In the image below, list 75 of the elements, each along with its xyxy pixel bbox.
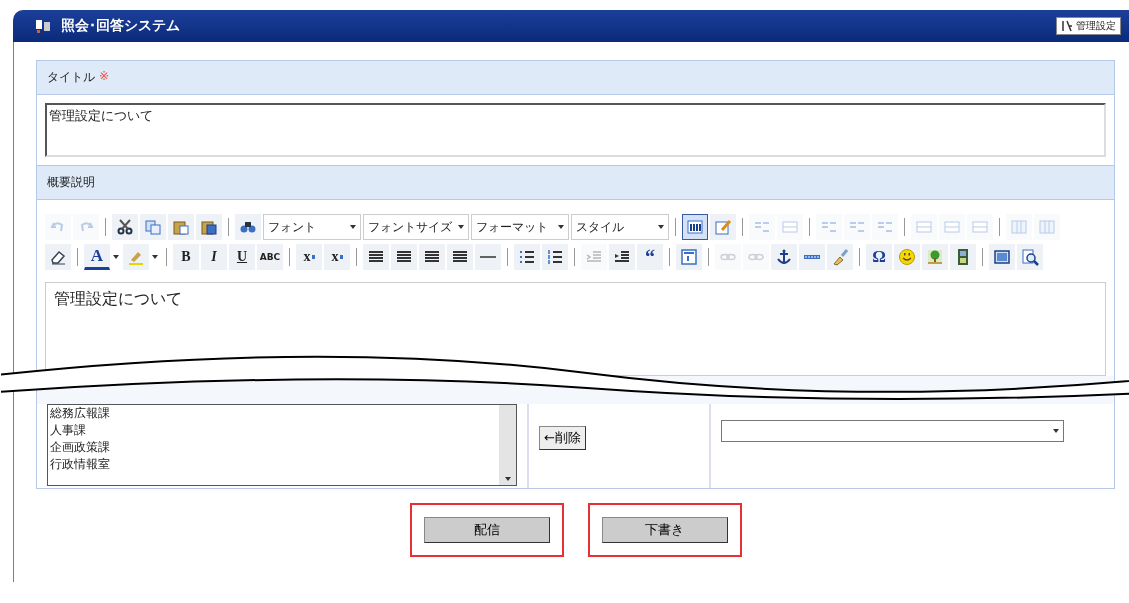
toolbar-button[interactable] [989, 244, 1015, 270]
toolbar-button[interactable] [419, 244, 445, 270]
toolbar-button[interactable] [514, 244, 540, 270]
toolbar-button[interactable] [1017, 244, 1043, 270]
anchor-icon [775, 248, 793, 266]
toolbar-button[interactable] [196, 214, 222, 240]
toolbar-button[interactable] [682, 214, 708, 240]
toolbar-button[interactable] [112, 214, 138, 240]
list-item[interactable]: 人事課 [50, 422, 499, 439]
list-item[interactable]: 行政情報室 [50, 456, 499, 473]
scissors-icon [116, 218, 134, 236]
window-title: 照会･回答システム [61, 17, 181, 35]
format-button[interactable]: x [296, 244, 322, 270]
field-label: タイトル [47, 69, 95, 86]
field-label: 概要説明 [47, 174, 95, 191]
required-mark: ※ [99, 69, 110, 85]
toolbar-button[interactable] [771, 244, 797, 270]
bulleted-list-icon [518, 248, 536, 266]
window-icon [993, 248, 1011, 266]
toolbar-button[interactable] [363, 244, 389, 270]
style-dropdown[interactable]: フォント [263, 214, 361, 240]
format-button[interactable]: x [324, 244, 350, 270]
admin-settings-button[interactable]: 管理設定 [1056, 17, 1121, 35]
toolbar-button[interactable] [609, 244, 635, 270]
panel-icon [680, 248, 698, 266]
tools-icon [1061, 20, 1073, 32]
eraser-icon [49, 248, 67, 266]
table-icon [1010, 218, 1028, 236]
action-button[interactable]: 配信 [423, 517, 550, 543]
smiley-icon [898, 248, 916, 266]
style-dropdown[interactable]: フォントサイズ [363, 214, 469, 240]
title-field[interactable]: 管理設定について [45, 103, 1106, 157]
cell-icon [915, 218, 933, 236]
cell-icon [943, 218, 961, 236]
clipboard-icon [172, 218, 190, 236]
format-button[interactable]: U [229, 244, 255, 270]
format-button[interactable]: Ω [866, 244, 892, 270]
toolbar-button[interactable] [475, 244, 501, 270]
tree-icon [926, 248, 944, 266]
toolbar-button[interactable] [447, 244, 473, 270]
department-list[interactable]: 総務広報課 人事課 企画政策課 行政情報室 [47, 404, 517, 486]
brush-icon [831, 248, 849, 266]
clipboard-icon [200, 218, 218, 236]
copy-icon [144, 218, 162, 236]
list-item[interactable]: 企画政策課 [50, 439, 499, 456]
toolbar-button[interactable] [950, 244, 976, 270]
table-icon [1038, 218, 1056, 236]
cell-icon [971, 218, 989, 236]
toolbar-button[interactable] [542, 244, 568, 270]
bar-icon [803, 254, 821, 260]
action-button[interactable]: 下書き [601, 517, 728, 543]
app-icon [35, 18, 51, 34]
magnifier-icon [1021, 248, 1039, 266]
toolbar-button[interactable] [45, 244, 71, 270]
format-button[interactable]: I [201, 244, 227, 270]
scrollbar[interactable] [499, 405, 516, 485]
style-dropdown[interactable]: フォーマット [471, 214, 569, 240]
toolbar-button[interactable] [235, 214, 261, 240]
format-button[interactable]: A [84, 244, 110, 270]
caret-icon[interactable] [113, 255, 119, 259]
toolbar-button[interactable] [676, 244, 702, 270]
format-button[interactable]: B [173, 244, 199, 270]
pencil-icon [714, 218, 732, 236]
toolbar-button[interactable] [391, 244, 417, 270]
list-item[interactable]: 総務広報課 [50, 405, 499, 422]
cell-icon [781, 218, 799, 236]
format-button[interactable]: ABC [257, 244, 283, 270]
dropdown[interactable] [721, 420, 1064, 442]
grid-icon [686, 218, 704, 236]
numbered-list-icon [546, 248, 564, 266]
style-dropdown[interactable]: スタイル [571, 214, 669, 240]
format-button[interactable]: “ [637, 244, 663, 270]
caret-icon[interactable] [152, 255, 158, 259]
remove-button[interactable]: ←削除 [539, 426, 586, 450]
line-icon [479, 254, 497, 260]
